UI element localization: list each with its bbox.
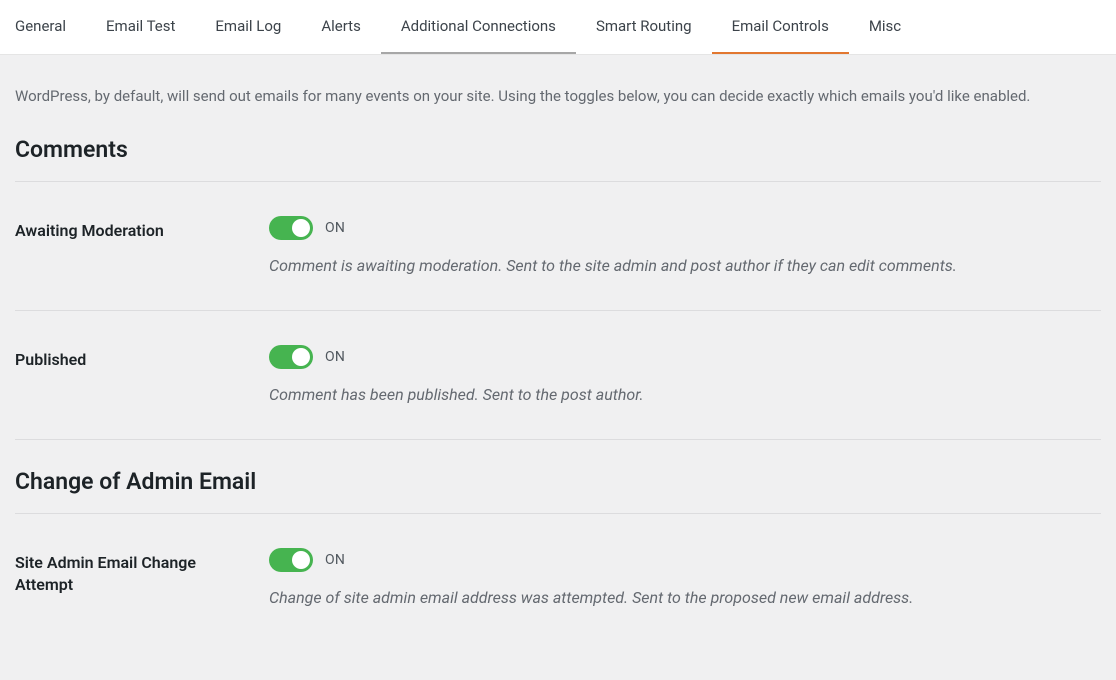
tab-misc[interactable]: Misc — [849, 0, 921, 54]
content-area: WordPress, by default, will send out ema… — [0, 55, 1116, 642]
toggle-knob — [292, 348, 310, 366]
setting-row-admin-email-change: Site Admin Email Change Attempt ON Chang… — [15, 514, 1101, 642]
tab-email-log[interactable]: Email Log — [195, 0, 301, 54]
setting-label: Site Admin Email Change Attempt — [15, 548, 269, 597]
intro-text: WordPress, by default, will send out ema… — [15, 85, 1101, 108]
toggle-status: ON — [325, 349, 345, 365]
setting-row-published: Published ON Comment has been published.… — [15, 311, 1101, 439]
toggle-awaiting-moderation[interactable] — [269, 216, 313, 240]
setting-control: ON Change of site admin email address wa… — [269, 548, 1101, 610]
toggle-status: ON — [325, 220, 345, 236]
toggle-knob — [292, 219, 310, 237]
tab-smart-routing[interactable]: Smart Routing — [576, 0, 712, 54]
setting-row-awaiting-moderation: Awaiting Moderation ON Comment is awaiti… — [15, 182, 1101, 310]
section-title-admin-email: Change of Admin Email — [15, 468, 1101, 495]
setting-control: ON Comment is awaiting moderation. Sent … — [269, 216, 1101, 278]
toggle-row: ON — [269, 548, 1101, 572]
setting-desc: Comment has been published. Sent to the … — [269, 383, 1101, 407]
toggle-knob — [292, 551, 310, 569]
section-title-comments: Comments — [15, 136, 1101, 163]
tab-additional-connections[interactable]: Additional Connections — [381, 0, 576, 54]
toggle-status: ON — [325, 552, 345, 568]
tab-general[interactable]: General — [0, 0, 86, 54]
tab-alerts[interactable]: Alerts — [301, 0, 381, 54]
toggle-admin-email-change[interactable] — [269, 548, 313, 572]
tab-email-controls[interactable]: Email Controls — [712, 0, 849, 54]
toggle-row: ON — [269, 216, 1101, 240]
setting-desc: Comment is awaiting moderation. Sent to … — [269, 254, 1101, 278]
toggle-published[interactable] — [269, 345, 313, 369]
divider — [15, 439, 1101, 440]
setting-label: Published — [15, 345, 269, 371]
tabs-nav: General Email Test Email Log Alerts Addi… — [0, 0, 1116, 55]
setting-desc: Change of site admin email address was a… — [269, 586, 1101, 610]
toggle-row: ON — [269, 345, 1101, 369]
setting-control: ON Comment has been published. Sent to t… — [269, 345, 1101, 407]
tab-email-test[interactable]: Email Test — [86, 0, 195, 54]
setting-label: Awaiting Moderation — [15, 216, 269, 242]
